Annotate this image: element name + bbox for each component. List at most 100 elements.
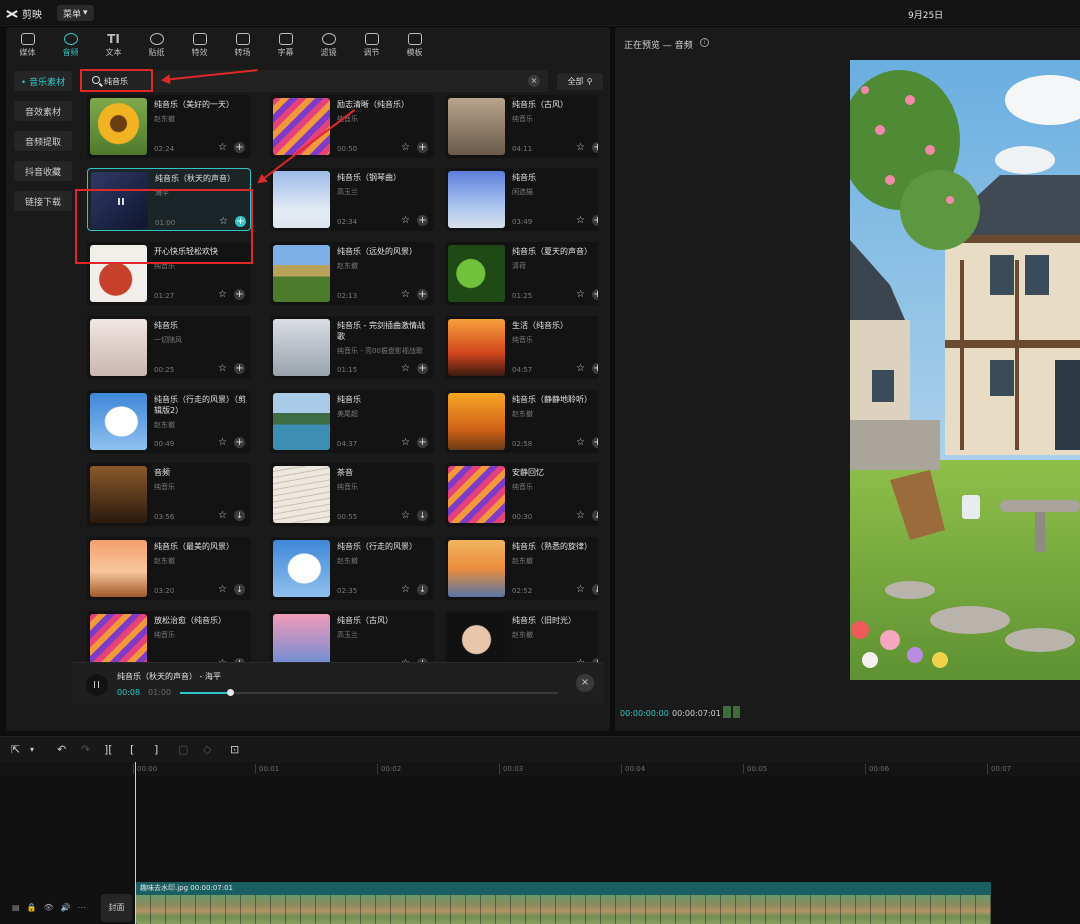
- music-thumbnail[interactable]: [273, 98, 330, 155]
- favorite-star-icon[interactable]: ☆: [400, 510, 411, 521]
- favorite-star-icon[interactable]: ☆: [575, 437, 586, 448]
- add-to-track-icon[interactable]: +: [592, 215, 598, 226]
- download-icon[interactable]: ↓: [234, 584, 245, 595]
- music-thumbnail[interactable]: [90, 540, 147, 597]
- add-to-track-icon[interactable]: +: [417, 363, 428, 374]
- music-card[interactable]: 纯音乐（钢琴曲） 高玉兰 02:34 ☆ +: [270, 168, 434, 231]
- tab-template[interactable]: 模板: [393, 27, 436, 61]
- music-thumbnail[interactable]: [273, 393, 330, 450]
- download-icon[interactable]: ↓: [592, 510, 598, 521]
- music-card[interactable]: 开心快乐轻松欢快 纯音乐 01:27 ☆ +: [87, 242, 251, 305]
- music-thumbnail[interactable]: [448, 540, 505, 597]
- select-tool-dropdown-icon[interactable]: ▾: [30, 743, 34, 756]
- video-clip[interactable]: 趣味去水印.jpg 00:00:07:01: [136, 882, 991, 924]
- pause-button[interactable]: [86, 674, 108, 696]
- tab-text[interactable]: TI 文本: [92, 27, 135, 61]
- tab-transition[interactable]: 转场: [221, 27, 264, 61]
- favorite-star-icon[interactable]: ☆: [218, 216, 229, 227]
- playback-progress[interactable]: [180, 689, 558, 696]
- music-thumbnail[interactable]: [448, 393, 505, 450]
- favorite-star-icon[interactable]: ☆: [400, 363, 411, 374]
- add-to-track-icon[interactable]: +: [234, 289, 245, 300]
- music-card[interactable]: 纯音乐（行走的风景）（剪辑版2） 赵东撤 00:49 ☆ +: [87, 390, 251, 453]
- music-thumbnail[interactable]: [90, 319, 147, 376]
- favorite-star-icon[interactable]: ☆: [400, 584, 411, 595]
- category-item[interactable]: • 音乐素材: [14, 71, 72, 91]
- lock-icon[interactable]: 🔒: [27, 903, 37, 912]
- add-to-track-icon[interactable]: +: [592, 437, 598, 448]
- cover-button[interactable]: 封面: [101, 894, 132, 922]
- music-card[interactable]: 纯音乐（远处的风景） 赵东撤 02:13 ☆ +: [270, 242, 434, 305]
- download-icon[interactable]: ↓: [417, 584, 428, 595]
- eye-icon[interactable]: 👁: [44, 903, 54, 912]
- redo-icon[interactable]: ↷: [81, 743, 90, 756]
- music-card[interactable]: 安静回忆 纯音乐 00:30 ☆ ↓: [445, 463, 598, 526]
- add-to-track-icon[interactable]: +: [592, 363, 598, 374]
- music-thumbnail[interactable]: [448, 614, 505, 664]
- menu-button[interactable]: 菜单 ▾: [57, 5, 94, 21]
- favorite-star-icon[interactable]: ☆: [575, 584, 586, 595]
- add-to-track-icon[interactable]: +: [417, 437, 428, 448]
- favorite-star-icon[interactable]: ☆: [217, 510, 228, 521]
- music-card[interactable]: 纯音乐（旧时光） 赵东撤 ☆ +: [445, 611, 598, 664]
- music-thumbnail[interactable]: [273, 540, 330, 597]
- tab-audio[interactable]: 音频: [49, 27, 92, 61]
- music-card[interactable]: 放松治愈（纯音乐） 纯音乐 ☆ +: [87, 611, 251, 664]
- music-card[interactable]: 纯音乐（静静地聆听） 赵东撤 02:58 ☆ +: [445, 390, 598, 453]
- favorite-star-icon[interactable]: ☆: [575, 142, 586, 153]
- music-card[interactable]: 纯音乐（美好的一天） 赵东撤 02:24 ☆ +: [87, 95, 251, 158]
- music-card[interactable]: 励志清晰（纯音乐） 纯音乐 00:50 ☆ +: [270, 95, 434, 158]
- tab-filter[interactable]: 滤镜: [307, 27, 350, 61]
- music-card[interactable]: 纯音乐（熟悉的旋律） 赵东撤 02:52 ☆ ↓: [445, 537, 598, 600]
- music-card[interactable]: 生活（纯音乐） 纯音乐 04:57 ☆ +: [445, 316, 598, 379]
- favorite-star-icon[interactable]: ☆: [217, 142, 228, 153]
- add-to-track-icon[interactable]: +: [592, 142, 598, 153]
- music-card[interactable]: 纯音乐（古风） 高玉兰 ☆ +: [270, 611, 434, 664]
- music-card[interactable]: 纯音乐 美尾超 04:37 ☆ +: [270, 390, 434, 453]
- tab-effects[interactable]: 特效: [178, 27, 221, 61]
- download-icon[interactable]: ↓: [592, 584, 598, 595]
- track-type-icon[interactable]: ▤: [12, 903, 20, 912]
- progress-knob[interactable]: [227, 689, 235, 696]
- music-card[interactable]: 纯音乐（秋天的声音） 海平 01:00 ☆ +: [87, 168, 251, 231]
- music-thumbnail[interactable]: [448, 466, 505, 523]
- tab-media[interactable]: 媒体: [6, 27, 49, 61]
- add-to-track-icon[interactable]: +: [592, 289, 598, 300]
- music-card[interactable]: 纯音乐（夏天的声音） 清荷 01:25 ☆ +: [445, 242, 598, 305]
- add-to-track-icon[interactable]: +: [417, 142, 428, 153]
- category-item[interactable]: 链接下载: [14, 191, 72, 211]
- favorite-star-icon[interactable]: ☆: [575, 363, 586, 374]
- split-left-icon[interactable]: [: [130, 743, 134, 756]
- more-icon[interactable]: ⋯: [78, 903, 86, 912]
- add-to-track-icon[interactable]: +: [235, 216, 246, 227]
- mark-icon[interactable]: ◇: [203, 743, 211, 756]
- music-thumbnail[interactable]: [90, 614, 147, 664]
- favorite-star-icon[interactable]: ☆: [575, 215, 586, 226]
- favorite-star-icon[interactable]: ☆: [217, 437, 228, 448]
- music-thumbnail[interactable]: [273, 319, 330, 376]
- clear-search-icon[interactable]: ×: [528, 75, 540, 87]
- music-card[interactable]: 音频 纯音乐 03:56 ☆ ↓: [87, 463, 251, 526]
- info-icon[interactable]: i: [700, 38, 709, 47]
- add-to-track-icon[interactable]: +: [417, 289, 428, 300]
- favorite-star-icon[interactable]: ☆: [575, 510, 586, 521]
- add-to-track-icon[interactable]: +: [234, 142, 245, 153]
- music-thumbnail[interactable]: [90, 393, 147, 450]
- category-item[interactable]: 音频提取: [14, 131, 72, 151]
- music-thumbnail[interactable]: [90, 245, 147, 302]
- add-to-track-icon[interactable]: +: [234, 437, 245, 448]
- music-thumbnail[interactable]: [448, 319, 505, 376]
- category-item[interactable]: 抖音收藏: [14, 161, 72, 181]
- music-thumbnail[interactable]: [90, 98, 147, 155]
- music-thumbnail[interactable]: [448, 98, 505, 155]
- music-thumbnail[interactable]: [273, 466, 330, 523]
- music-thumbnail[interactable]: [90, 466, 147, 523]
- music-thumbnail[interactable]: [448, 171, 505, 228]
- music-thumbnail[interactable]: [91, 172, 148, 229]
- filter-button[interactable]: 全部 ⚲: [557, 73, 603, 90]
- pause-icon[interactable]: [118, 198, 124, 205]
- tab-subtitle[interactable]: 字幕: [264, 27, 307, 61]
- music-thumbnail[interactable]: [273, 171, 330, 228]
- select-tool-icon[interactable]: ⇱: [11, 743, 20, 756]
- favorite-star-icon[interactable]: ☆: [400, 289, 411, 300]
